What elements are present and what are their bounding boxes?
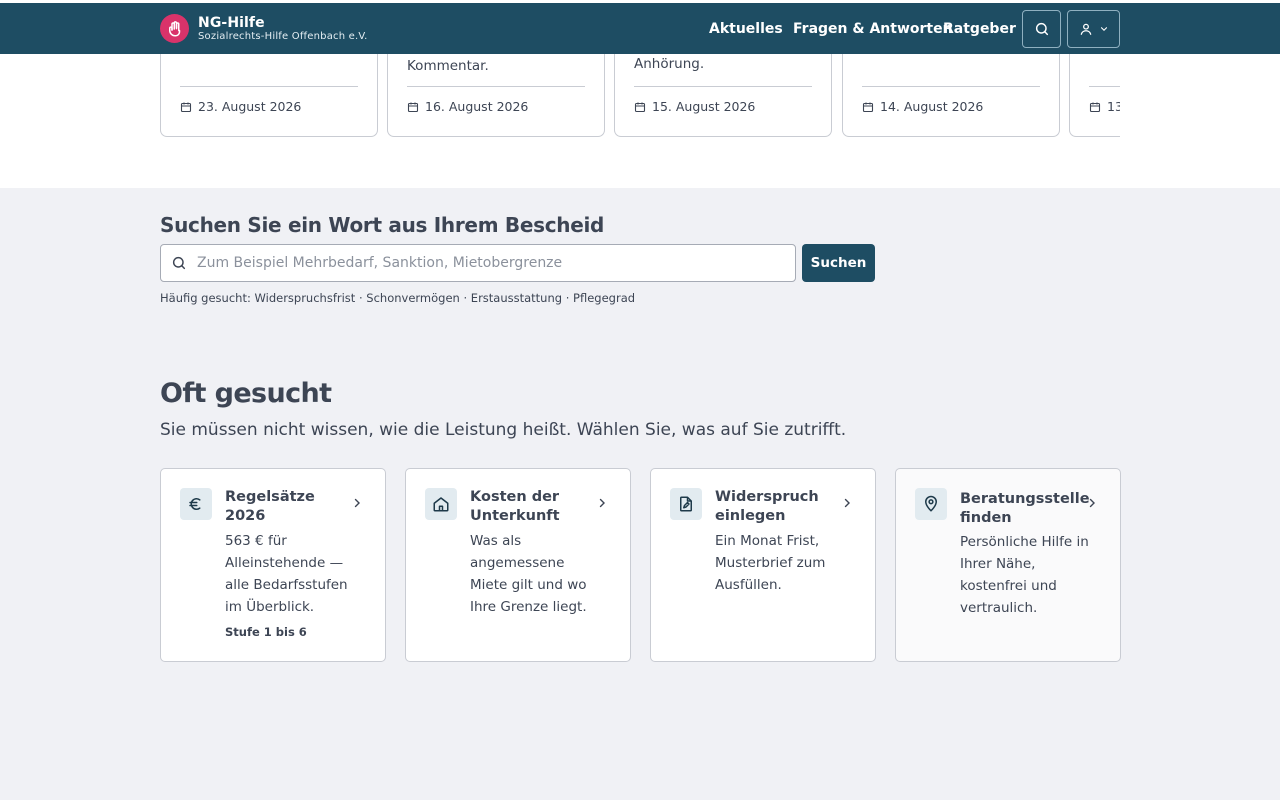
brand-subtitle: Sozialrechts-Hilfe Offenbach e.V.: [198, 31, 368, 42]
chevron-right-icon: [599, 498, 605, 508]
news-date-text: 16. August 2026: [425, 99, 529, 114]
news-date: 13: [1089, 99, 1120, 114]
news-date: 15. August 2026: [634, 99, 755, 114]
separator: ·: [562, 291, 574, 305]
calendar-icon: [862, 102, 874, 112]
news-card[interactable]: 23. August 2026: [160, 54, 378, 137]
logo-hand-icon[interactable]: [160, 14, 189, 43]
section-subtitle: Sie müssen nicht wissen, wie die Leistun…: [160, 420, 847, 440]
chevron-down-icon: [1100, 27, 1107, 32]
news-divider: [1089, 86, 1120, 87]
search-field[interactable]: [160, 244, 796, 282]
search-input[interactable]: [197, 245, 787, 281]
frequent-link-pflegegrad[interactable]: Pflegegrad: [573, 291, 635, 305]
news-card[interactable]: Anhörung. 15. August 2026: [614, 54, 832, 137]
user-icon: [1080, 23, 1091, 35]
chevron-right-icon: [354, 498, 360, 508]
chevron-right-icon: [844, 498, 850, 508]
tile-description: 563 € für Alleinstehende — alle Bedarfss…: [225, 533, 348, 615]
calendar-icon: [634, 102, 646, 112]
news-date-text: 15. August 2026: [652, 99, 756, 114]
brand-name[interactable]: NG-Hilfe: [198, 15, 265, 31]
chevron-right-icon: [1089, 498, 1095, 508]
frequent-link-erstausstattung[interactable]: Erstausstattung: [471, 291, 562, 305]
tile-description: Persönliche Hilfe in Ihrer Nähe, kostenf…: [960, 534, 1089, 616]
tile-description: Ein Monat Frist, Musterbrief zum Ausfüll…: [715, 533, 826, 593]
home-icon: [425, 488, 457, 520]
separator: ·: [459, 291, 471, 305]
search-submit-button[interactable]: Suchen: [802, 244, 875, 282]
map-pin-icon: [915, 488, 947, 520]
nav-ratgeber[interactable]: Ratgeber: [943, 21, 1016, 37]
news-date-text: 13: [1107, 99, 1120, 114]
news-card[interactable]: 13: [1069, 54, 1120, 137]
search-title: Suchen Sie ein Wort aus Ihrem Bescheid: [160, 213, 605, 237]
tile-title: Regelsätze 2026: [225, 489, 315, 524]
nav-aktuelles[interactable]: Aktuelles: [709, 21, 783, 37]
news-date: 23. August 2026: [180, 99, 301, 114]
tile-meta: Stufe 1 bis 6: [225, 625, 307, 639]
news-divider: [862, 86, 1040, 87]
search-icon: [172, 256, 186, 270]
header-search-button[interactable]: [1022, 10, 1061, 48]
news-date: 16. August 2026: [407, 99, 528, 114]
news-date-text: 23. August 2026: [198, 99, 302, 114]
news-divider: [407, 86, 585, 87]
tile-kosten-unterkunft[interactable]: Kosten der Unterkunft Was als angemessen…: [405, 468, 631, 662]
frequent-link-schonvermoegen[interactable]: Schonvermögen: [366, 291, 460, 305]
frequent-searches: Häufig gesucht: Widerspruchsfrist · Scho…: [160, 291, 635, 305]
calendar-icon: [407, 102, 419, 112]
tile-title: Widerspruch einlegen: [715, 489, 819, 524]
document-edit-icon: [670, 488, 702, 520]
tile-title: Kosten der Unterkunft: [470, 489, 560, 524]
calendar-icon: [1089, 102, 1101, 112]
news-carousel: 23. August 2026 Kommentar. 16. August 20…: [0, 54, 1280, 188]
euro-icon: [180, 488, 212, 520]
news-divider: [180, 86, 358, 87]
search-icon: [1035, 22, 1048, 36]
user-menu-button[interactable]: [1067, 10, 1120, 48]
tile-widerspruch[interactable]: Widerspruch einlegen Ein Monat Frist, Mu…: [650, 468, 876, 662]
frequent-prefix: Häufig gesucht:: [160, 291, 251, 305]
news-date: 14. August 2026: [862, 99, 983, 114]
site-header: NG-Hilfe Sozialrechts-Hilfe Offenbach e.…: [0, 3, 1280, 54]
news-card[interactable]: Kommentar. 16. August 2026: [387, 54, 605, 137]
news-card[interactable]: 14. August 2026: [842, 54, 1060, 137]
news-snippet: Kommentar.: [407, 58, 489, 74]
nav-fragen-antworten[interactable]: Fragen & Antworten: [793, 21, 953, 37]
tile-beratungsstelle[interactable]: Beratungsstelle finden Persönliche Hilfe…: [895, 468, 1121, 662]
separator: ·: [355, 291, 367, 305]
tile-description: Was als angemessene Miete gilt und wo Ih…: [470, 533, 587, 615]
tile-regelsaetze[interactable]: Regelsätze 2026 563 € für Alleinstehende…: [160, 468, 386, 662]
news-date-text: 14. August 2026: [880, 99, 984, 114]
frequent-link-widerspruchsfrist[interactable]: Widerspruchsfrist: [255, 291, 356, 305]
tile-title: Beratungsstelle finden: [960, 491, 1090, 526]
news-snippet: Anhörung.: [634, 56, 705, 72]
calendar-icon: [180, 102, 192, 112]
news-divider: [634, 86, 812, 87]
section-title: Oft gesucht: [160, 378, 332, 409]
